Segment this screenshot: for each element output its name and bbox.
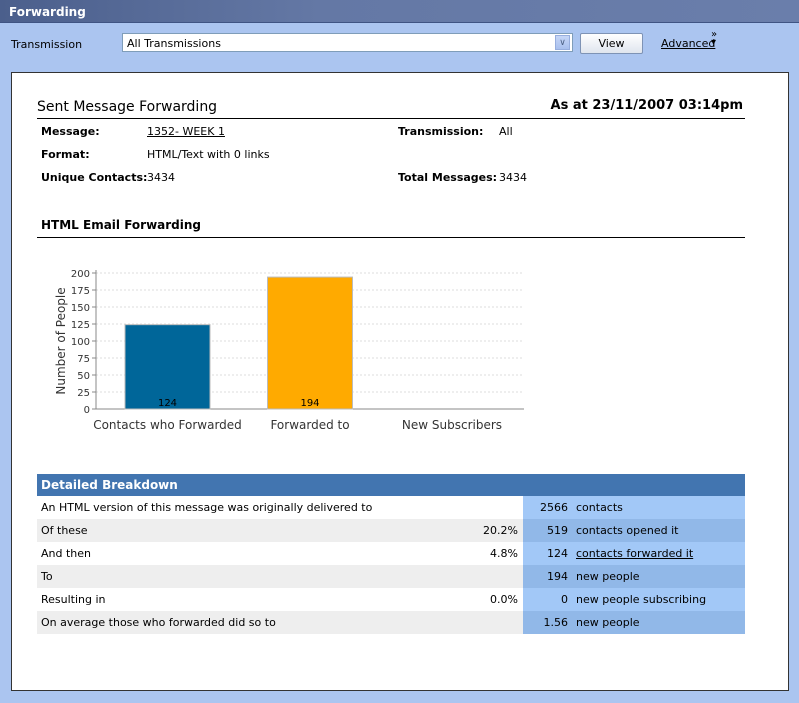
y-tick-label: 125 [71, 320, 90, 331]
y-tick-label: 25 [77, 388, 90, 399]
table-row: And then 4.8% 124 contacts forwarded it [37, 542, 745, 565]
row-percent: 4.8% [490, 547, 518, 560]
row-unit-link[interactable]: contacts forwarded it [576, 547, 693, 560]
data-label: 194 [300, 398, 319, 409]
row-value-cell: 2566 contacts [523, 496, 745, 519]
row-description: On average those who forwarded did so to [41, 616, 276, 629]
row-percent: 20.2% [483, 524, 518, 537]
row-number: 124 [547, 547, 568, 560]
table-row: To 194 new people [37, 565, 745, 588]
row-unit: new people [576, 616, 640, 629]
row-value-cell: 0 new people subscribing [523, 588, 745, 611]
row-description: An HTML version of this message was orig… [41, 501, 373, 514]
x-category-label: Forwarded to [270, 418, 349, 432]
row-value-cell: 124 contacts forwarded it [523, 542, 745, 565]
row-unit: contacts [576, 501, 623, 514]
row-number: 194 [547, 570, 568, 583]
y-tick-label: 0 [84, 405, 90, 416]
row-number: 519 [547, 524, 568, 537]
row-number: 1.56 [543, 616, 569, 629]
table-row: An HTML version of this message was orig… [37, 496, 745, 519]
y-tick-label: 100 [71, 337, 90, 348]
table-row: On average those who forwarded did so to… [37, 611, 745, 634]
x-category-label: New Subscribers [402, 418, 502, 432]
row-number: 2566 [540, 501, 568, 514]
breakdown-table: Detailed Breakdown An HTML version of th… [37, 474, 745, 634]
table-row: Of these 20.2% 519 contacts opened it [37, 519, 745, 542]
breakdown-header: Detailed Breakdown [37, 474, 745, 496]
y-tick-label: 50 [77, 371, 90, 382]
row-value-cell: 194 new people [523, 565, 745, 588]
bar [267, 276, 353, 410]
y-tick-label: 75 [77, 354, 90, 365]
y-axis-label: Number of People [54, 287, 68, 394]
row-percent: 0.0% [490, 593, 518, 606]
bar [124, 324, 211, 410]
row-unit: new people [576, 570, 640, 583]
data-label: 124 [158, 398, 177, 409]
row-value-cell: 519 contacts opened it [523, 519, 745, 542]
row-value-cell: 1.56 new people [523, 611, 745, 634]
row-description: And then [41, 547, 91, 560]
row-unit: contacts opened it [576, 524, 679, 537]
y-tick-label: 150 [71, 303, 90, 314]
row-unit: new people subscribing [576, 593, 707, 606]
y-tick-label: 175 [71, 286, 90, 297]
x-category-label: Contacts who Forwarded [93, 418, 242, 432]
row-number: 0 [561, 593, 568, 606]
row-description: Of these [41, 524, 88, 537]
row-description: Resulting in [41, 593, 106, 606]
row-description: To [41, 570, 53, 583]
y-tick-label: 200 [71, 269, 90, 280]
table-row: Resulting in 0.0% 0 new people subscribin… [37, 588, 745, 611]
